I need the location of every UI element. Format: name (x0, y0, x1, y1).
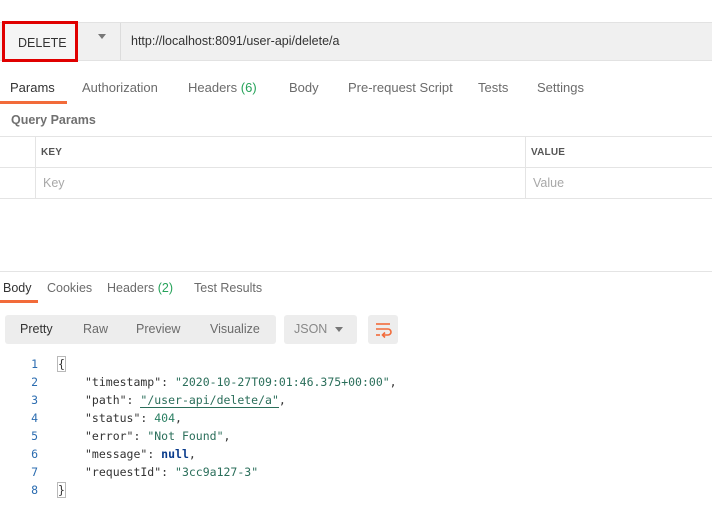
mode-preview[interactable]: Preview (136, 322, 180, 336)
tab-label: Headers (107, 281, 155, 295)
method-select[interactable]: DELETE (2, 21, 78, 62)
tab-label: Settings (537, 80, 584, 95)
url-divider (120, 23, 121, 60)
tab-label: Pre-request Script (348, 80, 453, 95)
json-key: "requestId" (85, 465, 162, 479)
value-input[interactable]: Value (533, 176, 564, 190)
table-border-top (0, 136, 712, 137)
tab-label: Body (289, 80, 319, 95)
code-line: "error": "Not Found", (85, 429, 231, 443)
wrap-lines-icon (376, 323, 392, 339)
mode-visualize[interactable]: Visualize (210, 322, 260, 336)
tab-tests[interactable]: Tests (478, 80, 508, 95)
tab-label: Body (3, 281, 32, 295)
line-number: 5 (31, 429, 38, 443)
json-value: "2020-10-27T09:01:46.375+00:00" (175, 375, 390, 389)
code-line: "timestamp": "2020-10-27T09:01:46.375+00… (85, 375, 397, 389)
mode-raw[interactable]: Raw (83, 322, 108, 336)
format-label: JSON (294, 322, 328, 336)
column-header-value: VALUE (531, 147, 566, 158)
active-response-tab-indicator (0, 300, 38, 303)
response-divider (0, 271, 712, 272)
wrap-lines-button[interactable] (368, 315, 398, 344)
mode-pretty[interactable]: Pretty (20, 322, 53, 336)
query-params-title: Query Params (11, 113, 96, 127)
tab-params[interactable]: Params (10, 80, 55, 95)
url-input[interactable]: http://localhost:8091/user-api/delete/a (131, 34, 339, 48)
response-tab-headers[interactable]: Headers (2) (107, 281, 173, 295)
json-key: "error" (85, 429, 134, 443)
tab-label: Tests (478, 80, 509, 95)
code-line: "requestId": "3cc9a127-3" (85, 465, 259, 479)
json-value: "Not Found" (147, 429, 224, 443)
column-header-key: KEY (41, 147, 63, 158)
chevron-down-icon[interactable] (98, 34, 106, 39)
tab-headers[interactable]: Headers (6) (188, 80, 257, 95)
line-number: 2 (31, 375, 38, 389)
line-number: 3 (31, 393, 38, 407)
response-tab-cookies[interactable]: Cookies (47, 281, 92, 295)
json-key: "status" (85, 411, 141, 425)
close-brace: } (57, 482, 66, 498)
line-number: 6 (31, 447, 38, 461)
open-brace: { (57, 356, 66, 372)
chevron-down-icon (335, 327, 343, 332)
tab-label: Test Results (194, 281, 263, 295)
tab-label: Headers (188, 80, 238, 95)
response-tab-test-results[interactable]: Test Results (194, 281, 262, 295)
json-value: 404 (154, 411, 176, 425)
code-line: "path": "/user-api/delete/a", (85, 393, 286, 408)
method-label: DELETE (18, 36, 67, 50)
code-line: "status": 404, (85, 411, 182, 425)
code-line: } (57, 482, 66, 498)
json-key: "path" (85, 393, 127, 407)
tab-label: Authorization (82, 80, 158, 95)
table-border-bottom (0, 198, 712, 199)
json-value: "3cc9a127-3" (175, 465, 259, 479)
tab-label: Params (10, 80, 55, 95)
active-tab-indicator (0, 101, 67, 104)
table-header-border (0, 167, 712, 168)
tab-authorization[interactable]: Authorization (82, 80, 158, 95)
line-number: 8 (31, 483, 38, 497)
table-col-divider (35, 136, 36, 198)
key-input[interactable]: Key (43, 176, 65, 190)
line-number: 7 (31, 465, 38, 479)
json-key: "message" (85, 447, 148, 461)
tab-count: (2) (157, 281, 174, 295)
response-tab-body[interactable]: Body (3, 281, 32, 295)
tab-label: Cookies (47, 281, 93, 295)
json-link-value[interactable]: "/user-api/delete/a" (140, 393, 279, 408)
code-line: { (57, 356, 66, 372)
tab-settings[interactable]: Settings (537, 80, 584, 95)
tab-count: (6) (240, 80, 257, 95)
tab-body[interactable]: Body (289, 80, 319, 95)
code-line: "message": null, (85, 447, 196, 461)
format-select[interactable]: JSON (284, 315, 357, 344)
line-number: 4 (31, 411, 38, 425)
tab-pre-request-script[interactable]: Pre-request Script (348, 80, 453, 95)
request-bar (0, 22, 712, 61)
table-col-divider (525, 136, 526, 198)
line-number: 1 (31, 357, 38, 371)
json-key: "timestamp" (85, 375, 162, 389)
json-value: null (161, 447, 189, 461)
